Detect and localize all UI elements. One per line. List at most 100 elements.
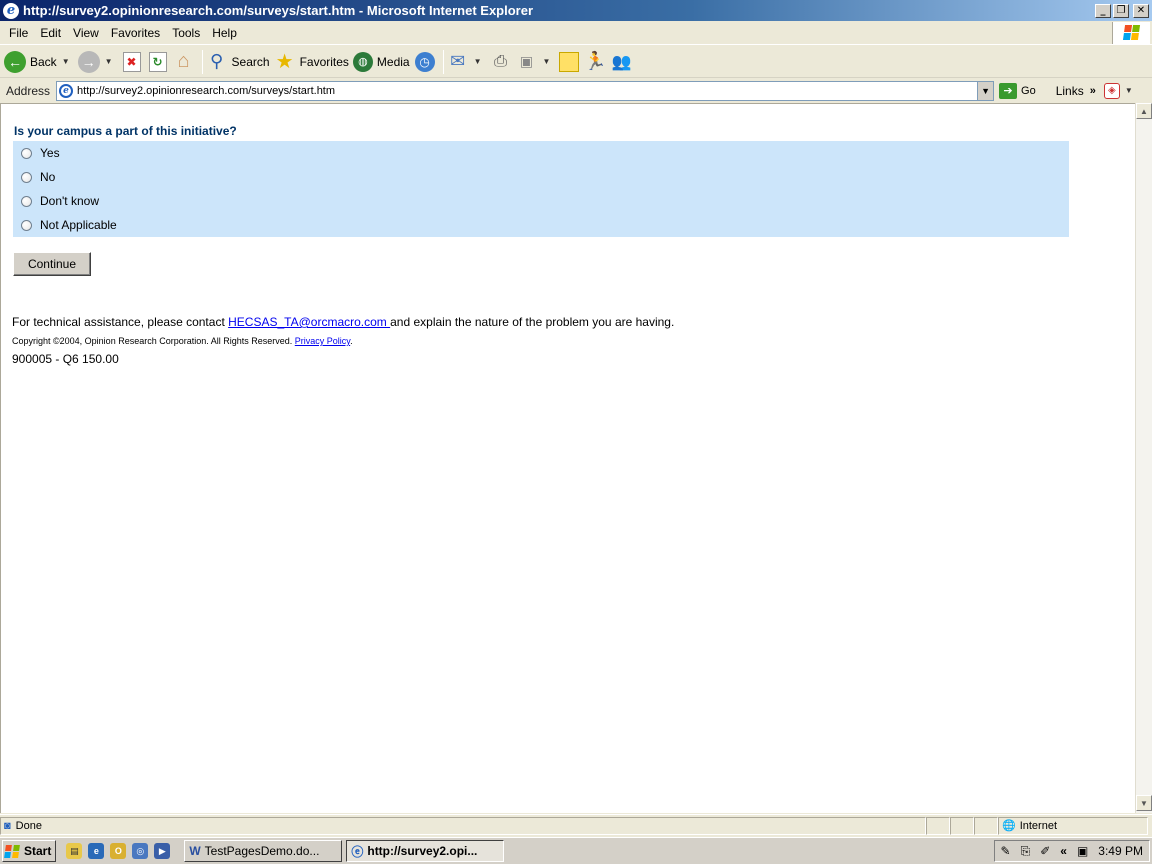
close-button[interactable]: ✕: [1133, 3, 1149, 18]
start-button[interactable]: Start: [2, 840, 57, 862]
status-cell: [950, 816, 974, 835]
option-not-applicable[interactable]: Not Applicable: [21, 218, 117, 232]
continue-button[interactable]: Continue: [13, 252, 91, 276]
mail-dropdown-icon[interactable]: ▼: [474, 57, 482, 66]
home-button[interactable]: ⌂: [173, 50, 195, 73]
windows-flag-icon: [4, 844, 21, 858]
menu-help[interactable]: Help: [206, 24, 243, 42]
show-hidden-icons-icon[interactable]: «: [1060, 844, 1067, 858]
taskbar-item-ie-survey[interactable]: ⓔ http://survey2.opi...: [346, 840, 505, 862]
print-button[interactable]: ⎙: [490, 51, 512, 73]
go-arrow-icon: ➔: [999, 82, 1018, 99]
status-cell: [926, 816, 950, 835]
outlook-quicklaunch-icon[interactable]: O: [110, 843, 127, 859]
option-dont-know[interactable]: Don't know: [21, 194, 99, 208]
pen-icon[interactable]: ✎: [1001, 844, 1011, 858]
windows-logo-icon: [1112, 21, 1150, 44]
option-label: Not Applicable: [40, 218, 117, 232]
tool-icon[interactable]: ✐: [1040, 844, 1050, 858]
back-arrow-icon: ←: [4, 50, 26, 73]
internet-globe-icon: 🌐: [1002, 820, 1016, 832]
word-doc-icon: W: [189, 844, 201, 858]
messenger-button[interactable]: 👥: [610, 51, 632, 73]
favorites-star-icon: ★: [275, 51, 294, 73]
favorites-button[interactable]: ★ Favorites: [274, 51, 349, 73]
popup-blocker-icon[interactable]: ◈: [1103, 82, 1120, 99]
copyright-notice: Copyright ©2004, Opinion Research Corpor…: [12, 336, 353, 346]
menu-edit[interactable]: Edit: [34, 24, 67, 42]
edit-dropdown-icon[interactable]: ▼: [543, 57, 551, 66]
address-url[interactable]: http://survey2.opinionresearch.com/surve…: [77, 85, 977, 97]
menu-file[interactable]: File: [3, 24, 34, 42]
toolbar-separator: [442, 49, 444, 74]
history-button[interactable]: ◷: [414, 51, 436, 73]
media-globe-icon: ◍: [352, 51, 373, 72]
menu-view[interactable]: View: [67, 24, 105, 42]
system-tray: ✎ ⎘ ✐ « ▣ 3:49 PM: [993, 840, 1150, 862]
discuss-button[interactable]: [558, 51, 580, 73]
page-content: Is your campus a part of this initiative…: [0, 103, 1135, 813]
back-dropdown-icon[interactable]: ▼: [62, 57, 70, 66]
toolbar-separator: [201, 49, 203, 74]
taskbar-item-testpagesdemo[interactable]: W TestPagesDemo.do...: [184, 840, 343, 862]
radio-yes[interactable]: [21, 147, 32, 159]
media-label: Media: [376, 54, 410, 69]
home-icon: ⌂: [177, 50, 190, 72]
option-label: No: [40, 170, 56, 184]
back-button[interactable]: ← Back ▼: [4, 50, 74, 73]
assist-prefix: For technical assistance, please contact: [12, 315, 229, 329]
assist-suffix: and explain the nature of the problem yo…: [390, 315, 675, 329]
option-no[interactable]: No: [21, 170, 55, 184]
search-button[interactable]: ⚲ Search: [206, 51, 270, 73]
task-label: http://survey2.opi...: [367, 844, 478, 858]
stop-button[interactable]: ✖: [121, 51, 143, 73]
standard-toolbar: ← Back ▼ → ▼ ✖ ↻ ⌂ ⚲ Search ★ Favorites …: [0, 46, 1152, 78]
page-icon: e: [59, 83, 74, 98]
media-player-quicklaunch-icon[interactable]: ▶: [154, 843, 171, 859]
taskbar: Start ▤ e O ◎ ▶ W TestPagesDemo.do... ⓔ …: [0, 837, 1152, 864]
forward-dropdown-icon[interactable]: ▼: [105, 57, 113, 66]
mail-button[interactable]: ✉ ▼: [447, 51, 486, 73]
ie-quicklaunch-icon[interactable]: e: [88, 843, 105, 859]
scroll-up-icon[interactable]: ▲: [1136, 103, 1152, 119]
computer-icon[interactable]: ▣: [1077, 844, 1088, 858]
search-label: Search: [231, 54, 270, 69]
question-code: 900005 - Q6 150.00: [12, 352, 119, 366]
go-button[interactable]: ➔ Go: [999, 82, 1036, 99]
show-desktop-icon[interactable]: ▤: [66, 843, 83, 859]
app-quicklaunch-icon[interactable]: ◎: [132, 843, 149, 859]
menu-favorites[interactable]: Favorites: [105, 24, 166, 42]
links-toolbar[interactable]: Links » ◈ ▼: [1056, 82, 1137, 99]
edit-button[interactable]: ▣ ▼: [516, 51, 555, 73]
copyright-period: .: [350, 336, 353, 346]
radio-dont-know[interactable]: [21, 195, 32, 207]
radio-no[interactable]: [21, 171, 32, 183]
scroll-down-icon[interactable]: ▼: [1136, 795, 1152, 811]
option-yes[interactable]: Yes: [21, 146, 60, 160]
media-button[interactable]: ◍ Media: [352, 51, 410, 72]
restore-button[interactable]: ❐: [1113, 3, 1129, 18]
aim-button[interactable]: 🏃: [584, 51, 606, 73]
network-icon[interactable]: ⎘: [1021, 844, 1031, 859]
page-done-icon: ◙: [4, 819, 11, 832]
address-input[interactable]: e http://survey2.opinionresearch.com/sur…: [56, 80, 995, 101]
refresh-icon: ↻: [148, 51, 167, 72]
mail-icon: ✉: [450, 51, 466, 71]
search-icon: ⚲: [209, 51, 224, 71]
radio-not-applicable[interactable]: [21, 219, 32, 231]
status-text: Done: [15, 819, 42, 832]
support-email-link[interactable]: HECSAS_TA@orcmacro.com: [228, 315, 390, 329]
vertical-scrollbar[interactable]: ▲ ▼: [1135, 103, 1152, 813]
survey-question: Is your campus a part of this initiative…: [14, 124, 237, 138]
forward-button[interactable]: → ▼: [77, 50, 117, 73]
menu-bar: File Edit View Favorites Tools Help: [0, 21, 1152, 45]
menu-tools[interactable]: Tools: [166, 24, 206, 42]
address-dropdown-icon[interactable]: ▼: [977, 81, 994, 100]
minimize-button[interactable]: _: [1095, 3, 1111, 18]
refresh-button[interactable]: ↻: [147, 51, 169, 73]
chevron-right-icon[interactable]: »: [1090, 85, 1096, 97]
back-label: Back: [30, 54, 57, 69]
privacy-policy-link[interactable]: Privacy Policy: [295, 336, 350, 346]
status-bar: ◙ Done 🌐 Internet: [0, 814, 1152, 836]
links-dropdown-icon[interactable]: ▼: [1125, 86, 1133, 95]
